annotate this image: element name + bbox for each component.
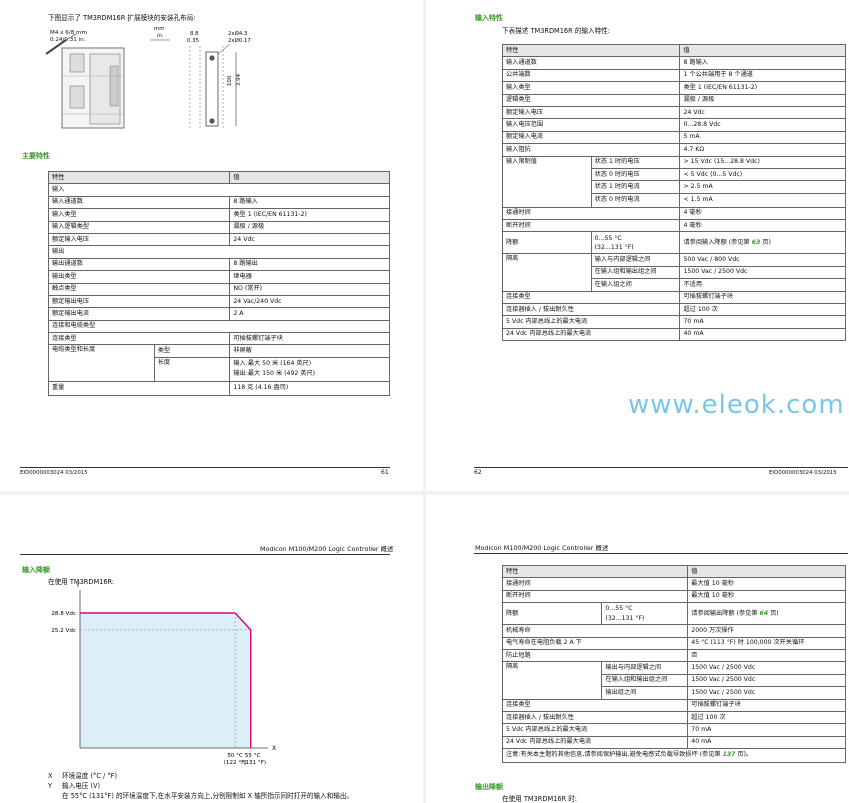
limit-label: 输入限制值	[502, 155, 592, 208]
table-row: 5 Vdc 内部总线上的最大电流 70 mA	[501, 315, 846, 329]
table-row: 输入类型 类型 1 (IEC/EN 61131-2)	[501, 81, 846, 95]
module-drawing	[45, 33, 237, 129]
running-header: Modicon M100/M200 Logic Controller 概述	[260, 545, 394, 553]
table-row: 重量 118 克 (4.16 盎司)	[47, 380, 390, 396]
input-features-heading: 输入特性	[475, 14, 503, 22]
page-number: 62	[474, 469, 482, 476]
isolation-label: 隔离	[502, 253, 592, 292]
table-row: 防止短路否	[501, 648, 846, 663]
x-axis-label: X	[272, 745, 276, 752]
table-header-feature: 特性	[47, 170, 231, 185]
table-row: 输入通道数 8 路输入	[501, 56, 846, 70]
table-row: 输入逻辑类型 漏极 / 源极	[47, 220, 390, 234]
section-connection: 连接和电缆类型	[48, 319, 390, 334]
table-row: 输入类型 类型 1 (IEC/EN 61131-2)	[47, 208, 390, 222]
table-row: 电缆类型和长度 类型 非屏蔽	[48, 344, 390, 382]
output-derating-intro: 在使用 TM3RDM16R 时:	[502, 795, 578, 803]
table-row: 降额 0...55 °C (32...131 °F) 请参阅输入降额 (参见第 6…	[502, 231, 846, 255]
legend-x-value: 环境温度 (°C / °F)	[62, 772, 118, 780]
table-row: 连接类型 可插拔螺钉端子块	[501, 698, 846, 712]
table-row: 触点类型 NO (常开)	[47, 282, 390, 296]
table-row: 隔离 输入与内部逻辑之间 500 Vac / 800 Vdc	[502, 253, 846, 292]
page-ref-link[interactable]: 64	[760, 610, 769, 617]
legend-x-key: X	[48, 772, 53, 780]
section-input: 输入	[48, 183, 390, 197]
input-features-table: 特性 值 输入通道数 8 路输入 公共端数 1 个公共端用于 8 个通道 输入类型类…	[501, 43, 846, 342]
y-axis-label: Y	[75, 582, 80, 589]
main-features-heading: 主要特性	[22, 152, 50, 160]
table-row: 电气寿命在电阻负载 2 A 下 45 °C (113 °F) 时 100,000 …	[501, 636, 846, 650]
derating-area	[80, 613, 251, 748]
table-row: 额定输出电压 24 Vac/240 Vdc	[47, 294, 390, 309]
table-row: 连接类型 可插拔螺钉端子块	[47, 332, 390, 346]
section-output: 输出	[48, 245, 390, 259]
table-row: 机械寿命 2000 万次操作	[501, 624, 846, 638]
table-row: 连接器插入 / 拔出耐久性 超过 100 次	[501, 710, 846, 725]
main-features-table: 特性 值 输入 输入通道数 8 路输入 输入类型 类型 1 (IEC/EN 6113…	[47, 170, 390, 396]
table-row: 连接类型 可插拔螺钉端子块	[501, 290, 846, 305]
table-header-value: 值	[679, 43, 846, 58]
derating-note: 在 55°C (131°F) 的环境温度下,在水平安装方向上,分别限制如 X 轴…	[62, 792, 354, 800]
footer-rule	[474, 467, 848, 468]
page-number: 61	[381, 469, 389, 476]
y-tick-label: 25.2 Vdc	[51, 628, 76, 634]
installation-figure: M4 x 6/8 mm 0.24/0.31 in. mm in. 8.8 0.3…	[40, 26, 270, 136]
table-row: 额定输入电压 24 Vdc	[47, 232, 390, 247]
table-row: 24 Vdc 内部总线上的最大电流 40 mA	[501, 735, 846, 750]
table-row: 输入通道数 8 路输入	[47, 195, 390, 210]
running-header: Modicon M100/M200 Logic Controller 概述	[475, 544, 609, 552]
output-features-table: 特性 值 接通时间 最大值 10 毫秒 断开时间 最大值 10 毫秒 降额 0...…	[501, 564, 846, 764]
table-row: 输入限制值 状态 1 时的电压 > 15 Vdc (15...28.8 Vdc)	[502, 155, 846, 208]
table-row: 24 Vdc 内部总线上的最大电流 40 mA	[501, 327, 846, 342]
output-derating-heading: 输出降额	[475, 783, 503, 791]
table-row: 输出类型 继电器	[47, 270, 390, 284]
page-63: Modicon M100/M200 Logic Controller 概述 输入…	[0, 495, 423, 803]
table-row: 5 Vdc 内部总线上的最大电流 70 mA	[501, 723, 846, 737]
table-header-feature: 特性	[501, 564, 689, 579]
table-row: 额定输出电流 2 A	[47, 307, 390, 321]
x-tick-label: (131 °F)	[243, 760, 266, 766]
table-row: 断开时间 最大值 10 毫秒	[501, 589, 846, 604]
watermark: www.eleok.com	[628, 390, 845, 420]
page-64: Modicon M100/M200 Logic Controller 概述 特性…	[426, 495, 849, 803]
table-header-value: 值	[687, 564, 846, 579]
table-header-value: 值	[229, 170, 390, 185]
derating-intro: 在使用 TM3RDM16R:	[48, 578, 115, 586]
doc-id: EIO0000003024 03/2015	[20, 470, 88, 476]
table-row: 输出通道数 8 路输出	[47, 257, 390, 272]
input-intro: 下表描述 TM3RDM16R 的输入特性:	[502, 27, 610, 35]
table-row: 输入电压范围 0...28.8 Vdc	[501, 118, 846, 132]
x-tick-label: 50 °C	[227, 753, 243, 759]
table-header-feature: 特性	[501, 43, 681, 58]
x-tick-label: 55 °C	[245, 753, 261, 759]
legend-y-value: 输入电压 (V)	[62, 782, 101, 790]
footer-rule	[20, 467, 390, 468]
table-row: 逻辑类型 漏极 / 源极	[501, 93, 846, 107]
legend-y-key: Y	[48, 782, 53, 790]
input-derating-chart: YX28.8 Vdc25.2 Vdc50 °C(122 °F)55 °C(131…	[51, 582, 276, 766]
doc-id: EIO0000003024 03/2015	[769, 470, 837, 476]
table-row: 接通时间 最大值 10 毫秒	[501, 577, 846, 591]
page-ref-link[interactable]: 137	[723, 751, 736, 758]
input-derating-heading: 输入降额	[22, 566, 50, 574]
page-62: 输入特性 下表描述 TM3RDM16R 的输入特性: 特性 值 输入通道数 8 路…	[426, 0, 849, 491]
y-tick-label: 28.8 Vdc	[51, 611, 76, 617]
header-rule	[20, 554, 390, 555]
table-row: 公共端数 1 个公共端用于 8 个通道	[501, 68, 846, 83]
page-61: 下图显示了 TM3RDM16R 扩展模块的安装孔布局: M4 x 6/8 mm …	[0, 0, 423, 491]
table-row: 额定输入电压 24 Vdc	[501, 105, 846, 120]
table-note-row: 注意:有关本主题的其他信息,请参阅保护输出,避免电感式负载导致损坏 (参见第 1…	[502, 748, 846, 764]
table-row: 降额 0...55 °C (32...131 °F) 请参阅输出降额 (参见第 6…	[501, 602, 846, 626]
table-row: 连接器插入 / 拔出耐久性 超过 100 次	[501, 303, 846, 317]
table-row: 输入阻抗 4.7 KΩ	[501, 143, 846, 157]
table-row: 断开时间 4 毫秒	[501, 219, 846, 233]
table-row: 接通时间 4 毫秒	[501, 206, 846, 221]
header-rule	[474, 553, 848, 554]
install-intro: 下图显示了 TM3RDM16R 扩展模块的安装孔布局:	[48, 14, 196, 22]
table-row: 额定输入电流 5 mA	[501, 130, 846, 145]
isolation-label: 隔离	[501, 661, 603, 700]
table-row: 隔离 输出与内部逻辑之间 1500 Vac / 2500 Vdc	[501, 661, 846, 700]
cable-label: 电缆类型和长度	[48, 344, 155, 382]
